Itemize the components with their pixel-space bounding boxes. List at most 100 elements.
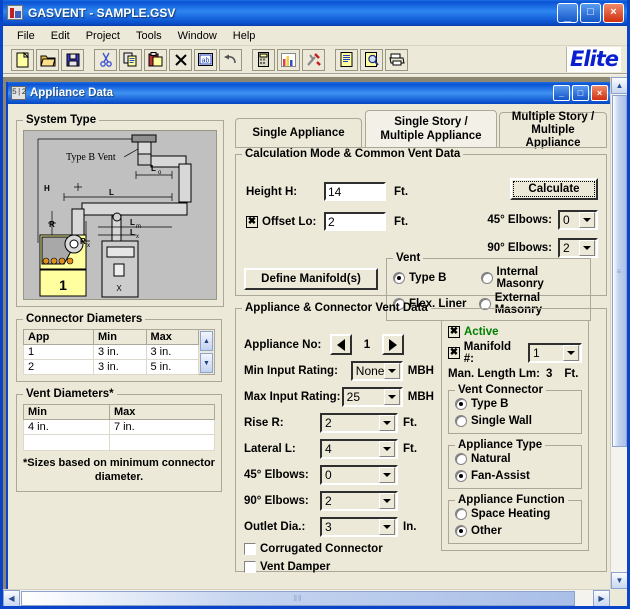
outlet-dia-row: Outlet Dia.: 3 In. [244, 517, 434, 537]
manifold-checkbox[interactable]: ✖ Manifold #: [448, 341, 523, 365]
chevron-down-icon[interactable] [379, 519, 395, 535]
prev-appliance-button[interactable] [330, 334, 352, 355]
menu-edit[interactable]: Edit [43, 28, 78, 44]
calculator-button[interactable] [252, 48, 275, 71]
vent-connector-option-row: Single Wall [455, 415, 577, 430]
close-button[interactable]: × [603, 2, 624, 23]
tab-single-appliance[interactable]: Single Appliance [235, 118, 362, 148]
chevron-down-icon[interactable] [379, 493, 395, 509]
appliance-45-elbows-combo[interactable]: 0 [320, 465, 398, 485]
report-button[interactable] [335, 48, 358, 71]
corrugated-connector-checkbox[interactable]: Corrugated Connector [244, 543, 383, 555]
vent-connector-type-b[interactable]: Type B [455, 398, 509, 410]
option-label: Space Heating [471, 508, 551, 520]
vent-damper-label: Vent Damper [260, 561, 331, 573]
vent-damper-checkbox[interactable]: Vent Damper [244, 561, 330, 573]
tab-multiple-story-multiple-appliance[interactable]: Multiple Story / Multiple Appliance [499, 111, 607, 149]
vent-connector-single-wall[interactable]: Single Wall [455, 415, 532, 427]
child-maximize-button[interactable]: □ [572, 85, 589, 101]
tools-button[interactable] [302, 48, 325, 71]
menu-file[interactable]: File [9, 28, 43, 44]
table-row[interactable]: 1 3 in. 3 in. [23, 344, 199, 360]
elbow45-label: 45° Elbows: [487, 214, 552, 226]
cut-button[interactable] [94, 48, 117, 71]
scroll-up-arrow[interactable]: ▲ [611, 77, 627, 94]
tab-single-story-multiple-appliance[interactable]: Single Story / Multiple Appliance [365, 110, 497, 148]
appliance-function-other[interactable]: Other [455, 525, 502, 537]
offset-row: ✖ Offset Lo: Ft. [246, 212, 408, 231]
child-minimize-button[interactable]: _ [553, 85, 570, 101]
scroll-down-arrow[interactable]: ▼ [200, 353, 213, 373]
offset-lo-label: Offset Lo: [262, 215, 317, 228]
menu-project[interactable]: Project [78, 28, 128, 44]
vent-options-row1: Type B Internal Masonry [393, 266, 586, 290]
next-appliance-button[interactable] [382, 334, 404, 355]
max-input-rating-combo[interactable]: 25 [341, 387, 403, 407]
vent-option-internal-masonry[interactable]: Internal Masonry [480, 266, 586, 290]
menu-tools[interactable]: Tools [128, 28, 170, 44]
cell-min: 4 in. [23, 419, 110, 435]
lateral-l-combo[interactable]: 4 [320, 439, 398, 459]
child-titlebar: 5|2 Appliance Data _ □ × [8, 82, 610, 104]
offset-lo-checkbox[interactable]: ✖ Offset Lo: [246, 215, 324, 228]
rename-button[interactable]: ab [194, 48, 217, 71]
appliance-connector-legend: Appliance & Connector Vent Data [245, 302, 428, 314]
scroll-right-arrow[interactable]: ▶ [593, 590, 610, 606]
menu-help[interactable]: Help [225, 28, 264, 44]
paste-button[interactable] [144, 48, 167, 71]
calculate-button[interactable]: Calculate [510, 178, 598, 200]
vertical-scrollbar[interactable]: ▲ ≡ ▼ [610, 77, 627, 589]
chevron-down-icon[interactable] [579, 212, 595, 228]
horizontal-scroll-thumb[interactable]: ‖‖ [21, 591, 575, 606]
tab-label: Single Appliance [252, 126, 345, 139]
scroll-up-arrow[interactable]: ▲ [200, 331, 213, 351]
chevron-down-icon[interactable] [383, 363, 400, 379]
elite-brand-logo: Elite [565, 47, 621, 72]
chart-button[interactable] [277, 48, 300, 71]
chevron-down-icon[interactable] [379, 441, 395, 457]
outlet-dia-combo[interactable]: 3 [320, 517, 398, 537]
elbow45-combo[interactable]: 0 [558, 210, 598, 230]
new-file-button[interactable] [11, 48, 34, 71]
connector-table-scrollbar[interactable]: ▲ ▼ [199, 329, 215, 375]
chevron-down-icon[interactable] [383, 389, 400, 405]
scroll-left-arrow[interactable]: ◀ [3, 590, 20, 606]
chevron-down-icon[interactable] [379, 415, 395, 431]
preview-button[interactable] [360, 48, 383, 71]
chevron-down-icon[interactable] [563, 345, 579, 361]
vertical-scroll-thumb[interactable]: ≡ [612, 95, 627, 447]
appliance-function-option-row: Other [455, 525, 577, 540]
min-input-rating-combo[interactable]: None [350, 361, 403, 381]
appliance-90-elbows-value: 2 [325, 494, 332, 508]
manifold-combo[interactable]: 1 [528, 343, 582, 363]
appliance-type-natural[interactable]: Natural [455, 453, 511, 465]
max-input-rating-unit: MBH [407, 391, 434, 403]
child-close-button[interactable]: × [591, 85, 608, 101]
define-manifolds-button[interactable]: Define Manifold(s) [244, 268, 378, 290]
appliance-function-space-heating[interactable]: Space Heating [455, 508, 550, 520]
height-input[interactable] [324, 182, 386, 201]
offset-lo-input[interactable] [324, 212, 386, 231]
svg-text:ab: ab [202, 58, 210, 65]
print-button[interactable] [385, 48, 408, 71]
horizontal-scrollbar[interactable]: ◀ ‖‖ ▶ [3, 589, 610, 606]
undo-button[interactable] [219, 48, 242, 71]
copy-button[interactable] [119, 48, 142, 71]
rise-r-combo[interactable]: 2 [320, 413, 398, 433]
maximize-button[interactable]: □ [580, 2, 601, 23]
menu-window[interactable]: Window [170, 28, 225, 44]
option-label: Other [471, 525, 502, 537]
scroll-down-arrow[interactable]: ▼ [611, 572, 627, 589]
minimize-button[interactable]: _ [557, 2, 578, 23]
active-checkbox[interactable]: ✖ Active [448, 326, 499, 338]
delete-button[interactable] [169, 48, 192, 71]
chevron-down-icon[interactable] [379, 467, 395, 483]
appliance-90-elbows-combo[interactable]: 2 [320, 491, 398, 511]
appliance-type-fan-assist[interactable]: Fan-Assist [455, 470, 530, 482]
table-row[interactable]: 2 3 in. 5 in. [23, 359, 199, 375]
appliance-function-option-row: Space Heating [455, 508, 577, 523]
save-file-button[interactable] [61, 48, 84, 71]
outlet-dia-label: Outlet Dia.: [244, 521, 306, 533]
open-file-button[interactable] [36, 48, 59, 71]
vent-option-type-b[interactable]: Type B [393, 266, 475, 290]
